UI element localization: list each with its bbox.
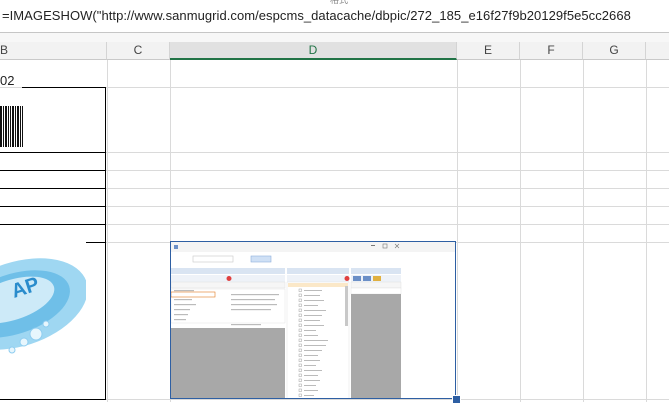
- column-header-c[interactable]: C: [107, 42, 170, 60]
- column-header-d[interactable]: D: [170, 42, 457, 60]
- column-header-g-label: G: [609, 43, 619, 57]
- barcode-image[interactable]: [0, 106, 24, 147]
- formula-input[interactable]: =IMAGESHOW("http://www.sanmugrid.com/esp…: [2, 8, 631, 23]
- column-header-h[interactable]: [646, 42, 669, 60]
- logo-graphic: AP: [0, 258, 86, 354]
- column-header-g[interactable]: G: [583, 42, 646, 60]
- column-header-e[interactable]: E: [457, 42, 520, 60]
- column-header-c-label: C: [133, 43, 143, 57]
- column-header-b-label: B: [0, 43, 9, 57]
- column-header-d-label: D: [308, 43, 318, 57]
- embedded-app-thumbnail: [171, 242, 455, 398]
- column-header-e-label: E: [483, 43, 492, 57]
- column-header-b[interactable]: B: [0, 42, 107, 60]
- formula-bar-caption: 格式: [330, 0, 349, 5]
- cell-b-value[interactable]: 02: [0, 73, 14, 88]
- formula-bar[interactable]: 格式 =IMAGESHOW("http://www.sanmugrid.com/…: [0, 0, 669, 33]
- column-header-f[interactable]: F: [520, 42, 583, 60]
- fill-handle-icon[interactable]: [452, 395, 461, 404]
- column-header-f-label: F: [547, 43, 555, 57]
- toolbar-gap: [0, 33, 669, 42]
- logo-image[interactable]: AP: [0, 242, 86, 397]
- embedded-screenshot-image[interactable]: [170, 241, 456, 399]
